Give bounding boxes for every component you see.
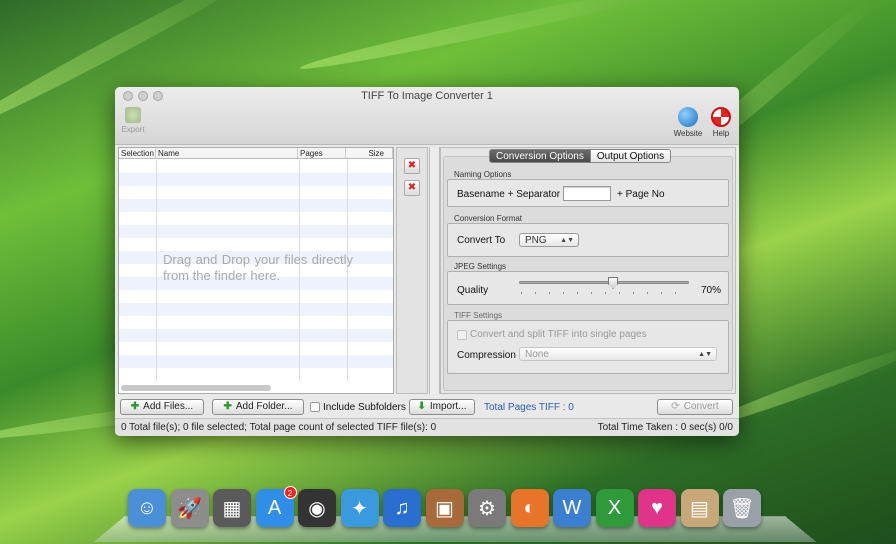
total-pages-label: Total Pages TIFF : 0 [484,402,574,413]
add-files-label: Add Files... [143,401,194,412]
action-bar: ✚ Add Files... ✚ Add Folder... Include Sub… [115,396,739,418]
remove-all-icon: ✖ [407,182,417,193]
finder-icon[interactable]: ☺ [128,489,166,527]
remove-buttons-column: ✖ ✖ [396,147,428,394]
remove-selected-button[interactable]: ✖ [404,158,420,174]
remove-icon: ✖ [407,160,417,171]
status-right: Total Time Taken : 0 sec(s) 0/0 [597,422,733,433]
excel-icon[interactable]: X [595,489,634,527]
website-label: Website [673,129,703,138]
split-label: Convert and split TIFF into single pages [470,329,647,340]
plus-icon: ✚ [130,401,140,412]
app-window: TIFF To Image Converter 1 Export Website… [115,87,739,436]
page-no-label: + Page No [617,189,665,200]
iphoto-icon[interactable]: ▣ [425,489,464,527]
options-tabs: Conversion Options Output Options [489,149,672,163]
column-size[interactable]: Size [346,148,393,158]
convert-label: Convert [683,401,719,412]
column-divider [156,160,157,381]
basename-label: Basename + Separator [457,189,561,200]
split-checkbox[interactable] [457,330,467,340]
updown-arrows-icon: ▲▼ [698,351,712,358]
slider-ticks [521,292,689,294]
website-button[interactable]: Website [671,107,705,138]
export-label: Export [121,125,145,134]
file-table-header: Selection Name Pages Size [119,148,393,159]
lifebuoy-icon [711,107,731,127]
window-title: TIFF To Image Converter 1 [361,90,493,102]
add-files-button[interactable]: ✚ Add Files... [120,399,204,415]
tab-output-options[interactable]: Output Options [590,149,672,163]
word-icon[interactable]: W [553,489,591,527]
heart-app-icon[interactable]: ♥ [638,489,676,527]
help-button[interactable]: Help [707,107,735,138]
tiff-settings-group: TIFF Settings Convert and split TIFF int… [447,311,729,374]
help-label: Help [712,129,730,138]
tab-conversion-options[interactable]: Conversion Options [489,149,591,163]
convert-icon: ⟳ [671,401,680,412]
trash-icon[interactable]: 🗑 [723,489,761,527]
safari-icon[interactable]: ✦ [340,489,379,527]
system-preferences-icon[interactable]: ⚙ [468,489,506,527]
titlebar: TIFF To Image Converter 1 Export Website… [115,87,739,145]
import-icon: ⬇ [417,401,426,412]
convert-button[interactable]: ⟳ Convert [657,399,733,415]
compression-label: Compression [457,350,516,361]
conversion-format-title: Conversion Format [454,214,523,223]
drop-hint: Drag and Drop your files directly from t… [163,252,353,283]
app-store-icon[interactable]: A2 [255,486,297,527]
naming-options-group: Naming Options Basename + Separator + Pa… [447,170,729,207]
notification-badge: 2 [283,486,297,499]
group-box [447,271,729,305]
column-pages[interactable]: Pages [298,148,346,158]
dock: ☺ 🚀 ▦ A 2 ◉ ✦ ♫ ▣ ⚙ ◐ W X ♥ ▤ 🗑 [93,483,817,544]
plus-icon: ✚ [223,401,232,412]
format-select[interactable]: PNG ▲▼ [519,233,579,247]
format-select-value: PNG [525,235,547,246]
photos-stack-icon[interactable]: ▤ [680,489,719,527]
status-left: 0 Total file(s); 0 file selected; Total … [121,422,437,433]
quality-label: Quality [457,285,489,296]
status-bar: 0 Total file(s); 0 file selected; Total … [115,418,739,436]
include-subfolders-label[interactable]: Include Subfolders [323,402,406,413]
quality-value: 70% [701,285,722,296]
jpeg-settings-group: JPEG Settings Quality 70% [447,262,729,305]
export-button[interactable]: Export [119,107,147,134]
convert-to-label: Convert To [457,235,506,246]
naming-options-title: Naming Options [454,170,512,179]
dashboard-icon[interactable]: ◉ [298,489,336,527]
column-selection[interactable]: Selection [119,148,156,158]
jpeg-settings-title: JPEG Settings [454,262,507,271]
quality-slider[interactable] [519,281,689,284]
column-name[interactable]: Name [156,148,298,158]
add-folder-label: Add Folder... [235,401,293,412]
file-table[interactable]: Selection Name Pages Size Drag and Drop … [118,147,394,394]
firefox-icon[interactable]: ◐ [510,489,549,527]
launchpad-icon[interactable]: 🚀 [170,489,209,527]
globe-icon [678,107,698,127]
remove-all-button[interactable]: ✖ [404,180,420,196]
separator-input[interactable] [563,186,611,201]
itunes-icon[interactable]: ♫ [383,489,421,527]
compression-select[interactable]: None ▲▼ [519,347,717,361]
export-icon [125,107,141,123]
horizontal-scrollbar[interactable] [121,385,271,391]
options-pane: Naming Options Basename + Separator + Pa… [440,147,736,394]
tab-content: Naming Options Basename + Separator + Pa… [443,156,733,391]
pane-splitter[interactable] [429,147,440,394]
import-button[interactable]: ⬇ Import... [409,399,475,415]
wallpaper-blade [298,0,713,76]
add-folder-button[interactable]: ✚ Add Folder... [212,399,304,415]
tiff-settings-title: TIFF Settings [454,311,503,320]
mission-control-icon[interactable]: ▦ [213,489,251,527]
updown-arrows-icon: ▲▼ [560,237,574,244]
conversion-format-group: Conversion Format Convert To PNG ▲▼ [447,214,729,257]
include-subfolders-checkbox[interactable] [310,402,320,412]
compression-select-value: None [525,349,549,360]
import-label: Import... [429,401,467,412]
